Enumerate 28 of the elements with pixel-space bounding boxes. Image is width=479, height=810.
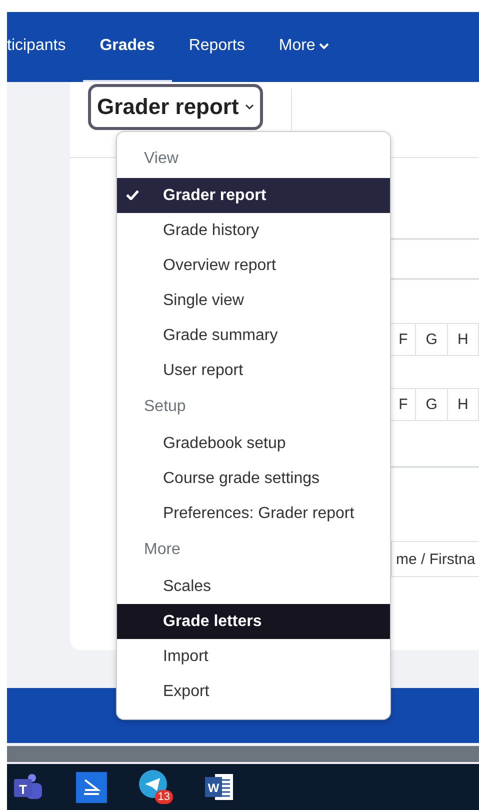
column-header: G (416, 388, 448, 420)
nav-tab[interactable]: Reports (172, 12, 262, 82)
menu-item[interactable]: Scales (117, 569, 390, 604)
menu-item[interactable]: Grade letters (117, 604, 390, 639)
menu-item[interactable]: Import (117, 639, 390, 674)
menu-item[interactable]: User report (117, 353, 390, 388)
menu-item[interactable]: Grade summary (117, 318, 390, 353)
menu-heading: More (143, 540, 182, 560)
menu-item[interactable]: Gradebook setup (117, 426, 390, 461)
column-header: H (448, 322, 479, 356)
menu-item[interactable]: Grader report (117, 178, 390, 213)
nav-tab[interactable]: More (262, 12, 346, 82)
report-selector[interactable]: Grader report (88, 84, 263, 130)
column-header: G (416, 322, 448, 356)
menu-item[interactable]: Single view (117, 283, 390, 318)
chevron-down-icon (244, 104, 254, 110)
menu-item[interactable]: Export (117, 674, 390, 709)
menu-heading: Setup (143, 397, 187, 417)
menu-item[interactable]: Preferences: Grader report (117, 496, 390, 531)
menu-item[interactable]: Overview report (117, 248, 390, 283)
menu-item[interactable]: Course grade settings (117, 461, 390, 496)
notification-badge: 13 (154, 790, 173, 804)
column-header: H (448, 388, 479, 420)
menu-item[interactable]: Grade history (117, 213, 390, 248)
document-app-icon[interactable] (76, 772, 107, 802)
nav-tab[interactable]: ticipants (7, 12, 83, 82)
menu-heading: View (143, 149, 180, 169)
check-icon (126, 190, 139, 200)
